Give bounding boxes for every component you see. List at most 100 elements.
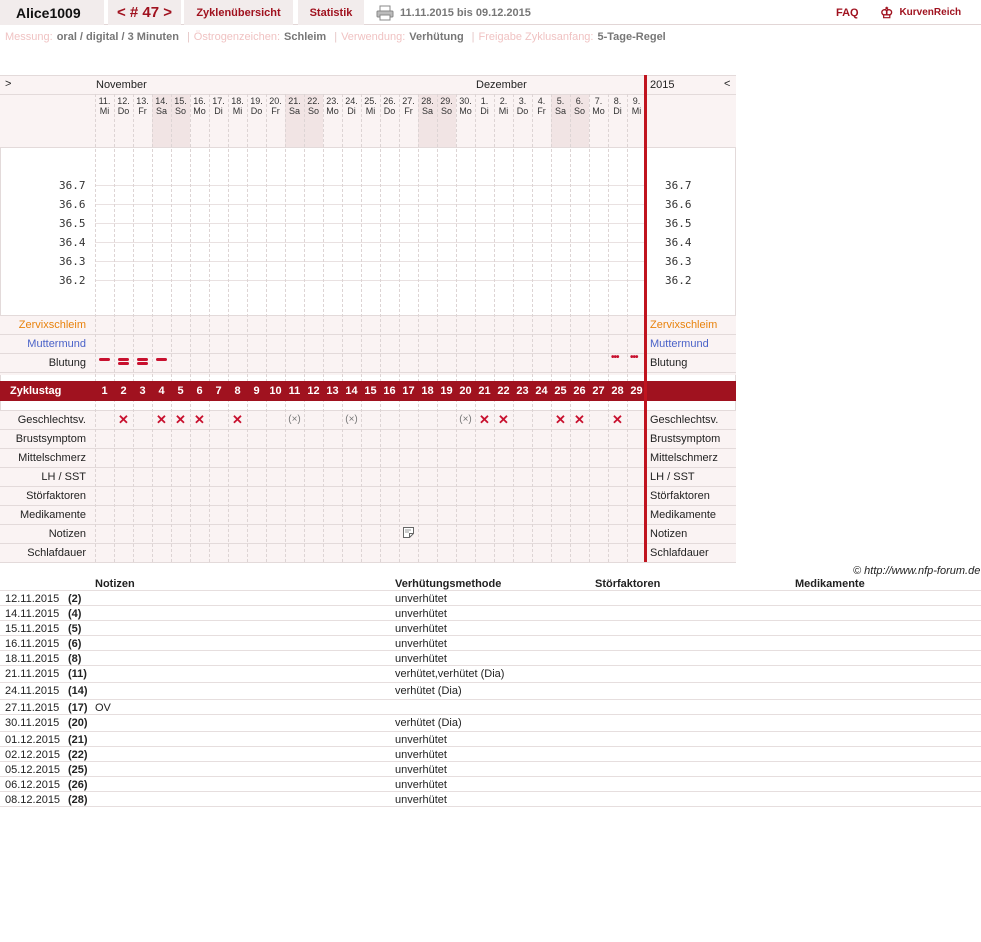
cycle-day-number[interactable]: 9 xyxy=(247,381,266,401)
printer-icon[interactable] xyxy=(376,0,394,25)
note-icon[interactable] xyxy=(403,527,414,541)
day-header[interactable]: 15. So xyxy=(171,96,190,116)
day-header[interactable]: 19. Do xyxy=(247,96,266,116)
day-date: 4. xyxy=(537,96,546,106)
day-header[interactable]: 4. Fr xyxy=(532,96,551,116)
cycle-day-number[interactable]: 15 xyxy=(361,381,380,401)
day-date: 22. xyxy=(307,96,320,106)
day-header[interactable]: 1. Di xyxy=(475,96,494,116)
cycle-day-number[interactable]: 22 xyxy=(494,381,513,401)
intercourse-mark[interactable]: ✕ xyxy=(570,411,589,429)
year-label: 2015 xyxy=(650,79,675,91)
intercourse-mark[interactable]: ✕ xyxy=(114,411,133,429)
temp-gridline xyxy=(95,204,646,205)
cycle-navigator[interactable]: < # 47 > xyxy=(108,0,181,25)
cycle-day-number[interactable]: 20 xyxy=(456,381,475,401)
next-cycle-arrow[interactable]: < xyxy=(724,78,730,90)
month-label: November xyxy=(96,79,147,91)
notes-row: 24.11.2015 (14) verhütet (Dia) xyxy=(0,683,981,700)
cycle-day-number[interactable]: 14 xyxy=(342,381,361,401)
cycle-day-number[interactable]: 21 xyxy=(475,381,494,401)
intercourse-mark[interactable]: ✕ xyxy=(494,411,513,429)
day-header[interactable]: 12. Do xyxy=(114,96,133,116)
top-bar: Alice1009 < # 47 > Zyklenübersicht Stati… xyxy=(0,0,981,25)
cycle-day-number[interactable]: 18 xyxy=(418,381,437,401)
day-header[interactable]: 17. Di xyxy=(209,96,228,116)
row-line xyxy=(0,562,736,563)
cycle-day-number[interactable]: 12 xyxy=(304,381,323,401)
temperature-label: 36.3 xyxy=(59,255,86,268)
notes-row: 08.12.2015 (28) unverhütet xyxy=(0,792,981,807)
cycle-day-number[interactable]: 2 xyxy=(114,381,133,401)
day-header[interactable]: 23. Mo xyxy=(323,96,342,116)
cycle-day-number[interactable]: 27 xyxy=(589,381,608,401)
cycle-day-number[interactable]: 5 xyxy=(171,381,190,401)
intercourse-mark[interactable]: ✕ xyxy=(228,411,247,429)
day-header[interactable]: 24. Di xyxy=(342,96,361,116)
day-header[interactable]: 21. Sa xyxy=(285,96,304,116)
prev-cycle-arrow[interactable]: > xyxy=(5,78,11,90)
day-header[interactable]: 16. Mo xyxy=(190,96,209,116)
row-label-blutung: Blutung xyxy=(48,357,86,369)
day-date: 1. xyxy=(480,96,489,106)
day-header[interactable]: 22. So xyxy=(304,96,323,116)
cycle-day-number[interactable]: 4 xyxy=(152,381,171,401)
cycle-day-number[interactable]: 11 xyxy=(285,381,304,401)
note-method: unverhütet xyxy=(395,623,447,635)
day-header[interactable]: 6. So xyxy=(570,96,589,116)
day-header[interactable]: 20. Fr xyxy=(266,96,285,116)
intercourse-protected-mark[interactable]: (×) xyxy=(456,411,475,429)
cycle-day-number[interactable]: 25 xyxy=(551,381,570,401)
cycle-day-number[interactable]: 26 xyxy=(570,381,589,401)
intercourse-protected-mark[interactable]: (×) xyxy=(285,411,304,429)
kurvenreich-logo[interactable]: ♔ KurvenReich xyxy=(880,0,961,25)
cycle-day-number[interactable]: 3 xyxy=(133,381,152,401)
tab-statistics[interactable]: Statistik xyxy=(298,0,364,25)
day-header[interactable]: 29. So xyxy=(437,96,456,116)
cycle-day-number[interactable]: 10 xyxy=(266,381,285,401)
cycle-day-number[interactable]: 28 xyxy=(608,381,627,401)
note-date: 12.11.2015 xyxy=(5,593,60,605)
row-label-right-schlaf: Schlafdauer xyxy=(650,547,709,559)
day-header[interactable]: 30. Mo xyxy=(456,96,475,116)
cycle-day-number[interactable]: 23 xyxy=(513,381,532,401)
tab-cycle-overview[interactable]: Zyklenübersicht xyxy=(184,0,293,25)
day-date: 11. xyxy=(98,96,111,106)
day-header[interactable]: 27. Fr xyxy=(399,96,418,116)
day-header[interactable]: 26. Do xyxy=(380,96,399,116)
cycle-day-number[interactable]: 13 xyxy=(323,381,342,401)
intercourse-mark[interactable]: ✕ xyxy=(551,411,570,429)
intercourse-mark[interactable]: ✕ xyxy=(475,411,494,429)
cycle-day-number[interactable]: 19 xyxy=(437,381,456,401)
day-header[interactable]: 14. Sa xyxy=(152,96,171,116)
cycle-day-number[interactable]: 1 xyxy=(95,381,114,401)
cycle-day-number[interactable]: 8 xyxy=(228,381,247,401)
intercourse-protected-mark[interactable]: (×) xyxy=(342,411,361,429)
username: Alice1009 xyxy=(0,0,104,25)
day-header[interactable]: 2. Mi xyxy=(494,96,513,116)
row-label-zyklustag: Zyklustag xyxy=(10,385,62,397)
cycle-day-number[interactable]: 17 xyxy=(399,381,418,401)
note-date: 18.11.2015 xyxy=(5,653,60,665)
faq-link[interactable]: FAQ xyxy=(836,0,859,25)
day-header[interactable]: 18. Mi xyxy=(228,96,247,116)
day-header[interactable]: 5. Sa xyxy=(551,96,570,116)
day-header[interactable]: 3. Do xyxy=(513,96,532,116)
day-header[interactable]: 7. Mo xyxy=(589,96,608,116)
day-header[interactable]: 25. Mi xyxy=(361,96,380,116)
day-header[interactable]: 8. Di xyxy=(608,96,627,116)
cycle-day-number[interactable]: 6 xyxy=(190,381,209,401)
cycle-day-number[interactable]: 24 xyxy=(532,381,551,401)
day-header[interactable]: 11. Mi xyxy=(95,96,114,116)
intercourse-mark[interactable]: ✕ xyxy=(190,411,209,429)
intercourse-mark[interactable]: ✕ xyxy=(171,411,190,429)
cycle-day-number[interactable]: 7 xyxy=(209,381,228,401)
day-header[interactable]: 28. Sa xyxy=(418,96,437,116)
day-column-line xyxy=(247,94,248,562)
note-cycle-day: (2) xyxy=(68,593,82,605)
day-weekday: Mo xyxy=(459,106,472,116)
intercourse-mark[interactable]: ✕ xyxy=(608,411,627,429)
cycle-day-number[interactable]: 16 xyxy=(380,381,399,401)
day-header[interactable]: 13. Fr xyxy=(133,96,152,116)
intercourse-mark[interactable]: ✕ xyxy=(152,411,171,429)
